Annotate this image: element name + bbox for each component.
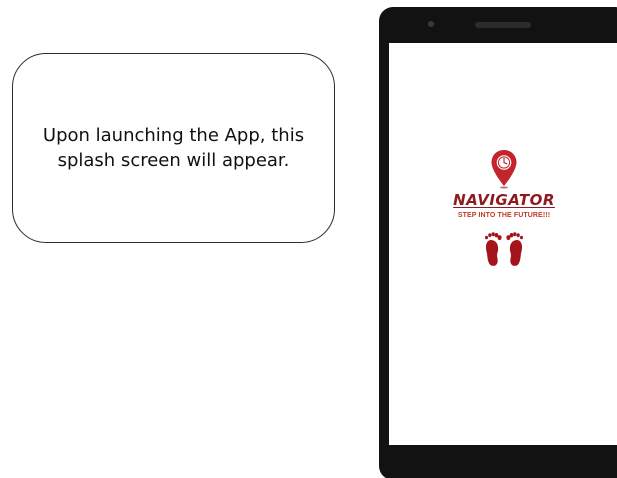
callout-text: Upon launching the App, this splash scre… bbox=[42, 125, 305, 171]
splash-screen: NAVIGATOR STEP INTO THE FUTURE!!! bbox=[389, 43, 617, 445]
canvas: Upon launching the App, this splash scre… bbox=[0, 0, 617, 478]
tagline: STEP INTO THE FUTURE!!! bbox=[457, 212, 551, 219]
splash-content: NAVIGATOR STEP INTO THE FUTURE!!! bbox=[389, 149, 617, 268]
footprints-icon bbox=[485, 232, 523, 266]
app-name: NAVIGATOR bbox=[453, 191, 555, 209]
camera-icon bbox=[428, 21, 434, 27]
location-pin-clock-icon bbox=[491, 150, 517, 189]
speaker-grille bbox=[475, 22, 531, 28]
phone-device: NAVIGATOR STEP INTO THE FUTURE!!! bbox=[379, 7, 617, 478]
callout-box: Upon launching the App, this splash scre… bbox=[12, 53, 335, 243]
